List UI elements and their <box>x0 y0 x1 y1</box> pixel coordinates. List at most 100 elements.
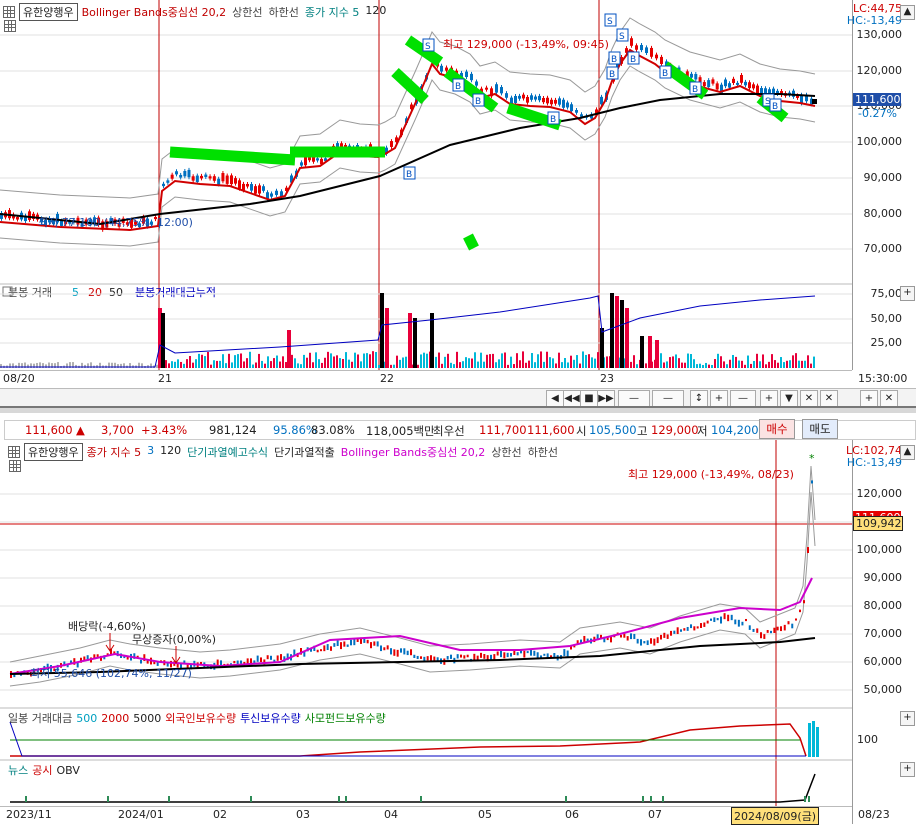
last-date: 08/23 <box>858 808 890 821</box>
volume-bar <box>264 363 266 368</box>
close-icon[interactable]: ✕ <box>800 390 818 407</box>
selected-date-tag[interactable]: 2024/08/09(금) <box>731 807 820 825</box>
candle <box>346 644 349 647</box>
zoom-bar-icon[interactable]: — <box>618 390 650 407</box>
volume-bar <box>183 363 185 368</box>
line-icon[interactable]: — <box>730 390 756 407</box>
volume-bar <box>330 353 332 368</box>
candle <box>270 655 272 660</box>
volume-bar <box>708 364 710 368</box>
volume-bar <box>804 360 806 368</box>
candle <box>734 619 737 625</box>
volume-bar <box>625 308 629 368</box>
plus-button[interactable]: + <box>900 762 915 777</box>
sell-button[interactable]: 매도 <box>802 419 838 439</box>
candle <box>336 640 339 647</box>
volume-bar <box>738 360 740 368</box>
fast-forward-icon[interactable]: ▶▶ <box>597 390 615 407</box>
zoom-in-icon[interactable]: + <box>860 390 878 407</box>
volume-bar <box>681 362 683 368</box>
candle <box>766 629 769 633</box>
candle <box>460 654 462 658</box>
close-icon[interactable]: ✕ <box>880 390 898 407</box>
cumulative-amount-line <box>0 295 816 368</box>
candle <box>416 655 419 660</box>
intraday-chart-pane[interactable]: 유한양행우 Bollinger Bands중심선 20,2 상한선 하한선 종가 지수… <box>0 0 916 388</box>
rewind-icon[interactable]: ◀◀ <box>563 390 581 407</box>
volume-bar <box>243 361 245 368</box>
plus-button[interactable]: + <box>900 711 915 726</box>
daily-chart-pane[interactable]: 유한양행우 종가 지수 5 3 120 단기과열예고수식 단기과열적출 Bollinger… <box>0 440 916 825</box>
volume-bar <box>771 354 773 368</box>
scroll-up-button[interactable]: ▲ <box>900 5 915 20</box>
zoom-in-icon[interactable]: + <box>760 390 778 407</box>
volume-bar <box>600 328 604 368</box>
resize-icon[interactable]: ↕ <box>690 390 708 407</box>
y-tick-label: 50,000 <box>863 683 903 696</box>
volume-bar <box>321 362 323 368</box>
scroll-up-button[interactable]: ▲ <box>900 445 915 460</box>
candle <box>510 653 512 657</box>
candle <box>783 624 786 631</box>
plus-button[interactable]: + <box>900 286 915 301</box>
volume-bar <box>744 364 746 368</box>
close-icon[interactable]: ✕ <box>820 390 838 407</box>
volume-bar <box>351 361 353 368</box>
candle <box>635 45 638 50</box>
legend-trust: 투신보유수량 <box>240 712 301 725</box>
news-marker <box>565 796 567 802</box>
volume-bar <box>486 354 488 368</box>
volume-bar <box>174 361 176 368</box>
candle <box>343 641 346 647</box>
candle <box>686 626 689 631</box>
candle <box>728 83 731 88</box>
candle <box>258 185 261 194</box>
candle <box>96 654 99 657</box>
volume-bar <box>180 361 182 368</box>
volume-bar <box>385 308 389 368</box>
candle <box>740 74 743 83</box>
volume-bar <box>765 364 767 368</box>
candle <box>776 626 779 631</box>
x-label: 2024/01 <box>118 808 164 821</box>
stop-icon[interactable]: ■ <box>580 390 598 407</box>
buy-button[interactable]: 매수 <box>759 419 795 439</box>
volume-bar <box>729 359 731 368</box>
priority-label: 최우선 <box>433 424 465 438</box>
zoom-in-icon[interactable]: + <box>710 390 728 407</box>
daily-price-chart[interactable]: 최고 129,000 (-13,49%, 08/23) 최저 55,646 (10… <box>0 440 852 806</box>
candle <box>280 654 282 660</box>
volume-bar <box>333 356 335 368</box>
scroll-left-icon[interactable]: ◀ <box>546 390 564 407</box>
candle <box>636 638 639 644</box>
signal-marker-letter: B <box>609 70 615 80</box>
candle <box>566 102 569 108</box>
volume-bar <box>762 354 764 368</box>
candle <box>748 625 751 630</box>
candle <box>238 180 241 189</box>
up-arrow-icon: ▲ <box>76 423 85 437</box>
candle <box>262 186 265 191</box>
candle <box>756 85 759 94</box>
volume-bar <box>495 362 497 368</box>
pane-splitter[interactable] <box>0 406 916 408</box>
candle <box>200 175 203 179</box>
candle <box>773 627 776 633</box>
zoom-bar-icon[interactable]: — <box>652 390 684 407</box>
hc-label: HC:-13,49 <box>846 456 902 469</box>
volume-bar <box>684 362 686 368</box>
volume-bar <box>456 351 458 368</box>
volume-bar <box>291 354 293 368</box>
candle <box>187 169 191 178</box>
legend-pef: 사모펀드보유수량 <box>304 712 386 725</box>
volume-bar <box>513 364 515 368</box>
intraday-price-chart[interactable]: BSBBBBBSSBBBS B최고 129,000 (-13,49%, 09:45… <box>0 0 852 370</box>
volume-bar <box>576 355 578 368</box>
volume-bar <box>714 359 716 368</box>
candle <box>320 649 322 652</box>
volume-bar <box>402 357 404 368</box>
dropdown-icon[interactable]: ▼ <box>780 390 798 407</box>
candle <box>393 649 396 656</box>
volume-bar <box>549 357 551 368</box>
volume-bar <box>570 355 572 368</box>
